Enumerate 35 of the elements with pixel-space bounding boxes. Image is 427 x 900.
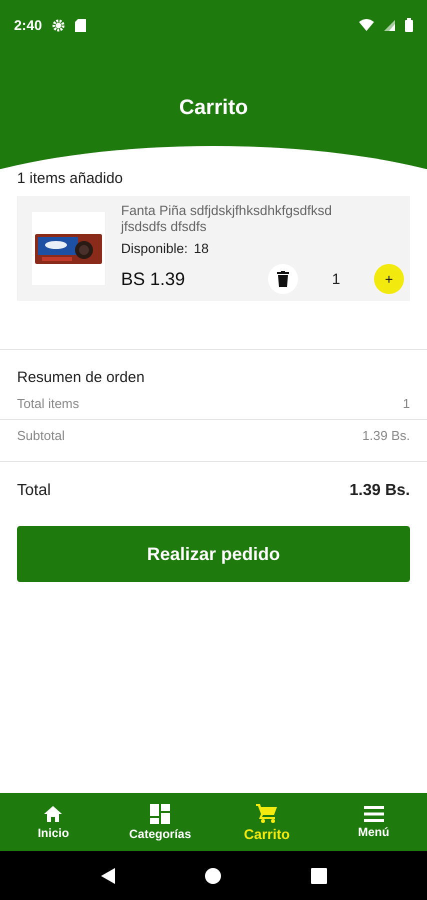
nav-tab[interactable]: Categorías [106, 793, 214, 851]
menu-icon [364, 806, 384, 822]
total-label: Total [17, 482, 51, 500]
wifi-icon [359, 19, 374, 31]
sd-card-icon [75, 18, 86, 32]
nav-tab[interactable]: Carrito [214, 793, 320, 851]
summary-label: Total items [17, 396, 80, 411]
total-value: 1.39 Bs. [350, 482, 410, 500]
recents-square-icon[interactable] [310, 868, 326, 884]
status-time: 2:40 [14, 17, 42, 33]
grid-icon [150, 804, 170, 824]
stock-label: Disponible: [121, 241, 188, 256]
page-title: Carrito [178, 96, 249, 120]
product-name: Fanta Piña sdfjdskjfhksdhkfgsdfksd jfsdsdfs dfsdfs [121, 203, 333, 235]
cart-icon [256, 802, 278, 822]
summary-label: Subtotal [17, 428, 65, 443]
items-count: 1 items añadido [16, 169, 124, 187]
product-price: BS 1.39 [121, 268, 186, 290]
back-icon[interactable] [100, 868, 114, 884]
home-icon [43, 804, 64, 822]
signal-icon [384, 20, 395, 30]
summary-title: Resumen de orden [17, 369, 146, 386]
battery-icon [405, 18, 413, 32]
summary-value: 1 [402, 396, 410, 411]
nav-tab[interactable]: Inicio [0, 793, 107, 851]
increase-button[interactable]: + [374, 264, 404, 294]
delete-button[interactable] [268, 264, 298, 294]
trash-icon [277, 271, 289, 287]
gear-icon [52, 18, 66, 32]
nav-tab[interactable]: Menú [320, 793, 427, 851]
stock-value: 18 [194, 241, 209, 256]
home-circle-icon[interactable] [204, 868, 220, 884]
summary-value: 1.39 Bs. [362, 428, 410, 443]
place-order-button[interactable]: Realizar pedido [17, 526, 410, 582]
quantity-value: 1 [330, 270, 342, 288]
